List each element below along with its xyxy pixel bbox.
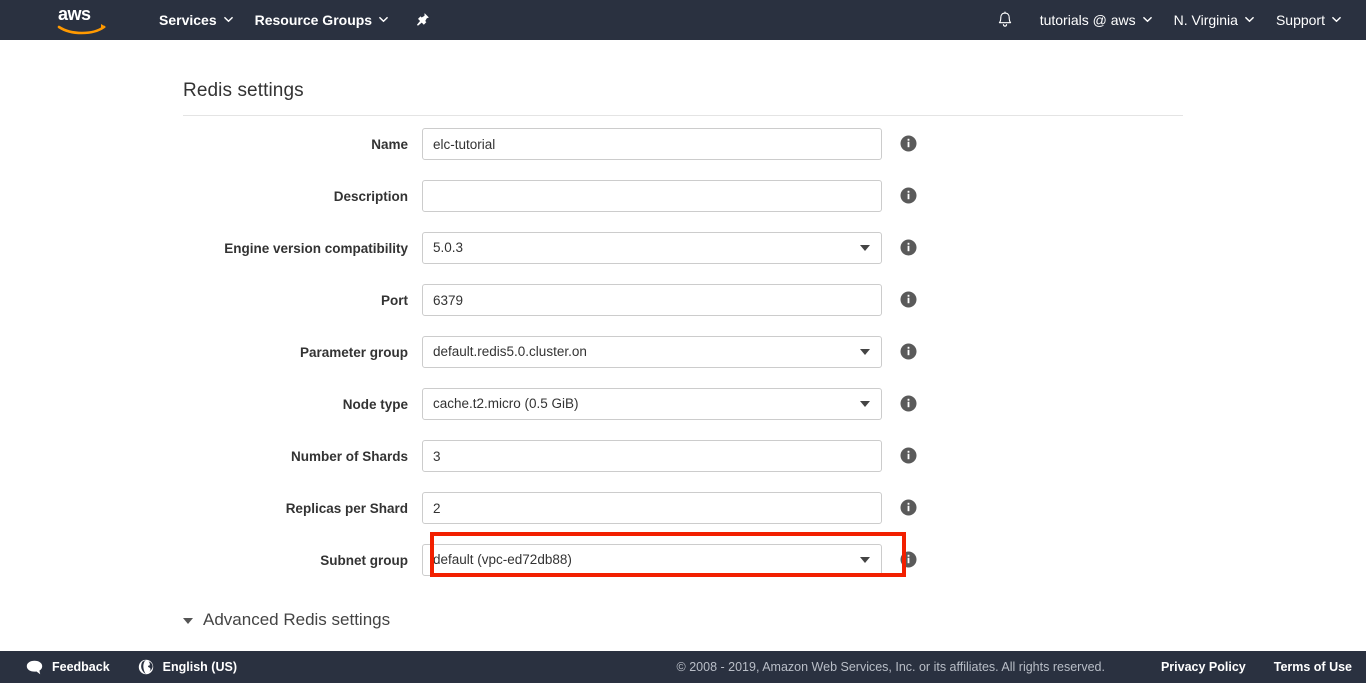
label-replicas-per-shard: Replicas per Shard <box>0 492 422 525</box>
footer-left-group: Feedback English (US) <box>0 659 237 675</box>
triangle-down-icon <box>183 618 193 624</box>
nav-item-services[interactable]: Services <box>148 0 244 40</box>
nav-item-services-label: Services <box>159 0 217 40</box>
feedback-label: Feedback <box>52 660 110 674</box>
top-navigation-bar: aws Services Resource Groups <box>0 0 1366 40</box>
engine-version-value: 5.0.3 <box>433 233 463 263</box>
advanced-redis-settings-toggle[interactable]: Advanced Redis settings <box>183 610 390 630</box>
chevron-down-icon <box>379 15 388 24</box>
svg-text:aws: aws <box>58 4 91 24</box>
redis-settings-form: Name Description Engine version compatib… <box>0 128 1366 596</box>
terms-of-use-link[interactable]: Terms of Use <box>1274 660 1352 674</box>
info-icon[interactable] <box>900 343 917 360</box>
field-wrap-number-of-shards <box>422 440 882 472</box>
chevron-down-icon <box>1245 15 1254 24</box>
form-row-port: Port <box>0 284 1366 336</box>
nav-item-support[interactable]: Support <box>1265 0 1352 40</box>
nav-right-group: tutorials @ aws N. Virginia Support <box>987 0 1366 40</box>
label-parameter-group: Parameter group <box>0 336 422 369</box>
form-row-parameter-group: Parameter group default.redis5.0.cluster… <box>0 336 1366 388</box>
form-row-number-of-shards: Number of Shards <box>0 440 1366 492</box>
field-wrap-node-type: cache.t2.micro (0.5 GiB) <box>422 388 882 420</box>
field-wrap-engine-version: 5.0.3 <box>422 232 882 264</box>
field-wrap-replicas-per-shard <box>422 492 882 524</box>
subnet-group-select[interactable]: default (vpc-ed72db88) <box>422 544 882 576</box>
field-wrap-name <box>422 128 882 160</box>
label-description: Description <box>0 180 422 213</box>
parameter-group-select[interactable]: default.redis5.0.cluster.on <box>422 336 882 368</box>
nav-item-account-label: tutorials @ aws <box>1040 0 1136 40</box>
field-wrap-parameter-group: default.redis5.0.cluster.on <box>422 336 882 368</box>
aws-logo[interactable]: aws <box>56 3 108 37</box>
label-subnet-group: Subnet group <box>0 544 422 577</box>
nav-item-support-label: Support <box>1276 0 1325 40</box>
form-row-engine-version: Engine version compatibility 5.0.3 <box>0 232 1366 284</box>
field-wrap-subnet-group: default (vpc-ed72db88) <box>422 544 882 576</box>
pin-icon[interactable] <box>405 0 439 40</box>
info-icon[interactable] <box>900 239 917 256</box>
title-divider <box>183 115 1183 116</box>
info-icon[interactable] <box>900 291 917 308</box>
bell-icon[interactable] <box>987 0 1023 40</box>
nav-left-group: aws Services Resource Groups <box>0 0 439 40</box>
advanced-redis-settings-label: Advanced Redis settings <box>203 610 390 630</box>
form-row-description: Description <box>0 180 1366 232</box>
form-row-subnet-group: Subnet group default (vpc-ed72db88) <box>0 544 1366 596</box>
description-input[interactable] <box>422 180 882 212</box>
footer-bar: Feedback English (US) © 2008 - 2019, Ama… <box>0 651 1366 683</box>
chevron-down-icon <box>1143 15 1152 24</box>
node-type-value: cache.t2.micro (0.5 GiB) <box>433 389 579 419</box>
engine-version-select[interactable]: 5.0.3 <box>422 232 882 264</box>
label-number-of-shards: Number of Shards <box>0 440 422 473</box>
copyright-text: © 2008 - 2019, Amazon Web Services, Inc.… <box>677 660 1105 674</box>
field-wrap-port <box>422 284 882 316</box>
label-node-type: Node type <box>0 388 422 421</box>
subnet-group-value: default (vpc-ed72db88) <box>433 545 572 575</box>
info-icon[interactable] <box>900 447 917 464</box>
replicas-per-shard-input[interactable] <box>422 492 882 524</box>
footer-right-group: © 2008 - 2019, Amazon Web Services, Inc.… <box>677 660 1366 674</box>
info-icon[interactable] <box>900 499 917 516</box>
language-button[interactable]: English (US) <box>138 659 237 675</box>
chevron-down-icon <box>1332 15 1341 24</box>
node-type-select[interactable]: cache.t2.micro (0.5 GiB) <box>422 388 882 420</box>
speech-bubble-icon <box>26 660 43 675</box>
label-engine-version: Engine version compatibility <box>0 232 422 265</box>
name-input[interactable] <box>422 128 882 160</box>
parameter-group-value: default.redis5.0.cluster.on <box>433 337 587 367</box>
label-port: Port <box>0 284 422 317</box>
number-of-shards-input[interactable] <box>422 440 882 472</box>
nav-item-resource-groups[interactable]: Resource Groups <box>244 0 399 40</box>
chevron-down-icon <box>224 15 233 24</box>
page-title: Redis settings <box>183 80 304 102</box>
info-icon[interactable] <box>900 187 917 204</box>
language-label: English (US) <box>163 660 237 674</box>
port-input[interactable] <box>422 284 882 316</box>
field-wrap-description <box>422 180 882 212</box>
info-icon[interactable] <box>900 395 917 412</box>
nav-item-region[interactable]: N. Virginia <box>1163 0 1265 40</box>
info-icon[interactable] <box>900 551 917 568</box>
info-icon[interactable] <box>900 135 917 152</box>
form-row-replicas-per-shard: Replicas per Shard <box>0 492 1366 544</box>
form-row-name: Name <box>0 128 1366 180</box>
feedback-button[interactable]: Feedback <box>26 660 110 675</box>
nav-item-region-label: N. Virginia <box>1174 0 1238 40</box>
label-name: Name <box>0 128 422 161</box>
nav-item-account[interactable]: tutorials @ aws <box>1029 0 1163 40</box>
form-row-node-type: Node type cache.t2.micro (0.5 GiB) <box>0 388 1366 440</box>
main-content: Redis settings Name Description <box>0 40 1366 651</box>
nav-item-resource-groups-label: Resource Groups <box>255 0 372 40</box>
privacy-policy-link[interactable]: Privacy Policy <box>1161 660 1246 674</box>
globe-icon <box>138 659 154 675</box>
